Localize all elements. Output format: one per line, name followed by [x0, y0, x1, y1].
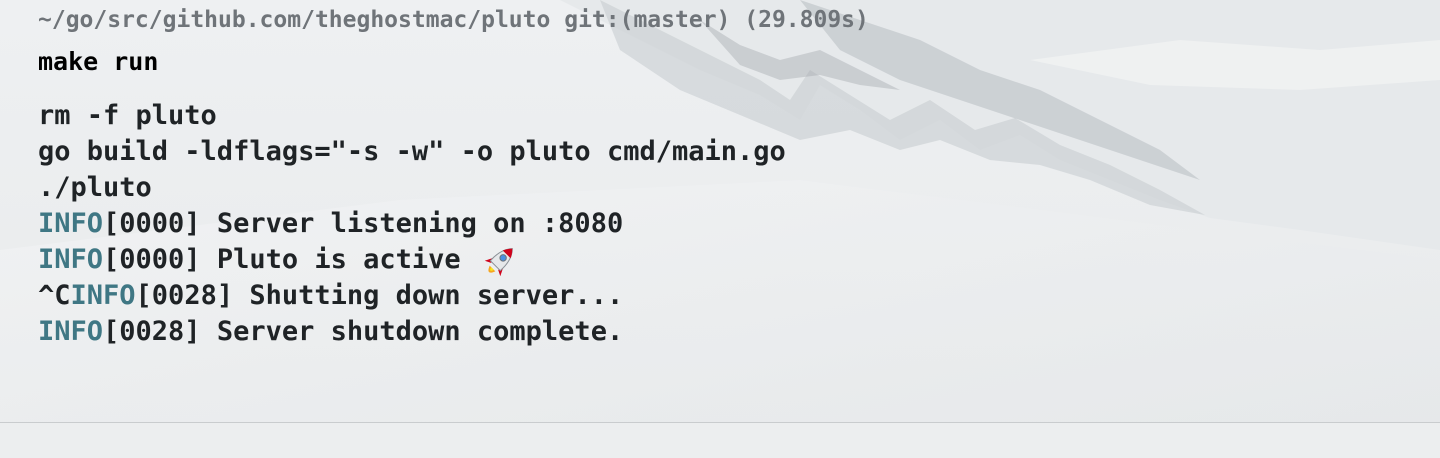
- log-line: INFO[0028] Server shutdown complete.: [38, 316, 624, 347]
- log-line: INFO[0000] Pluto is active: [38, 242, 786, 278]
- log-level-info: INFO: [38, 316, 104, 347]
- log-level-info: INFO: [38, 244, 104, 275]
- rocket-icon: [484, 248, 513, 277]
- prompt-duration: (29.809s): [744, 7, 869, 33]
- prompt-git-branch: git:(master): [564, 7, 731, 33]
- command-text: make run: [38, 47, 159, 76]
- log-level-info: INFO: [70, 280, 136, 311]
- terminal-input-area[interactable]: [0, 423, 1440, 458]
- output-line: go build -ldflags="-s -w" -o pluto cmd/m…: [38, 136, 786, 167]
- log-line: INFO[0000] Server listening on :8080: [38, 208, 624, 239]
- output-line: ./pluto: [38, 172, 152, 203]
- command-output: rm -f pluto go build -ldflags="-s -w" -o…: [38, 98, 786, 350]
- shell-prompt: ~/go/src/github.com/theghostmac/pluto gi…: [38, 4, 869, 36]
- log-level-info: INFO: [38, 208, 104, 239]
- output-line: rm -f pluto: [38, 100, 217, 131]
- prompt-path: ~/go/src/github.com/theghostmac/pluto: [38, 7, 551, 33]
- log-line: ^CINFO[0028] Shutting down server...: [38, 280, 624, 311]
